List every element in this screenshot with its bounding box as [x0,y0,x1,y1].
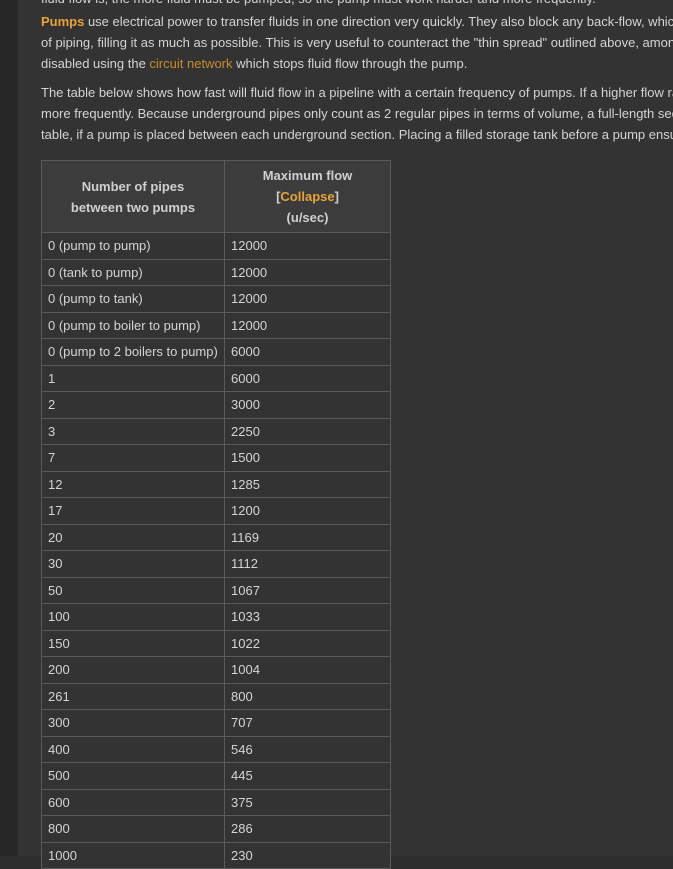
para1-line2-text: of piping, filling it as much as possibl… [41,35,673,50]
pipes-count-cell: 12 [41,470,225,498]
table-row: 200 1004 [41,656,391,684]
table-row: 2 3000 [41,391,391,419]
table-row: 0 (tank to pump) 12000 [41,258,391,286]
max-flow-cell: 1169 [224,523,391,551]
para1-line1-text: use electrical power to transfer fluids … [84,14,673,29]
max-flow-cell: 1033 [224,603,391,631]
pipes-count-cell: 1 [41,364,225,392]
table-row: 12 1285 [41,470,391,498]
max-flow-cell: 1500 [224,444,391,472]
table-row: 400 546 [41,735,391,763]
max-flow-cell: 707 [224,709,391,737]
pipes-count-cell: 7 [41,444,225,472]
page-margin [0,0,18,856]
table-intro-paragraph: The table below shows how fast will flui… [41,82,673,145]
header-pipes-count: Number of pipes between two pumps [41,160,225,233]
circuit-network-link[interactable]: circuit network [149,56,232,71]
pipes-count-cell: 30 [41,550,225,578]
header-pipes-line1: Number of pipes [81,178,185,194]
pipes-count-cell: 2 [41,391,225,419]
table-row: 50 1067 [41,576,391,604]
max-flow-cell: 1004 [224,656,391,684]
article-content: fluid flow is, the more fluid must be pu… [18,0,673,869]
table-row: 500 445 [41,762,391,790]
pumps-link[interactable]: Pumps [41,14,84,29]
max-flow-cell: 6000 [224,364,391,392]
pipes-count-cell: 400 [41,735,225,763]
max-flow-cell: 1112 [224,550,391,578]
pipes-count-cell: 261 [41,682,225,710]
table-row: 0 (pump to tank) 12000 [41,285,391,313]
pipes-count-cell: 0 (pump to boiler to pump) [41,311,225,339]
max-flow-cell: 12000 [224,258,391,286]
header-pipes-line2: between two pumps [70,199,196,215]
para2-line1-text: The table below shows how fast will flui… [41,85,673,100]
pipes-count-cell: 17 [41,497,225,525]
pipes-count-cell: 50 [41,576,225,604]
header-max-flow: Maximum flow [Collapse] (u/sec) [224,160,391,233]
pipes-count-cell: 500 [41,762,225,790]
pipes-count-cell: 300 [41,709,225,737]
pumps-paragraph: Pumps use electrical power to transfer f… [41,11,673,74]
table-row: 261 800 [41,682,391,710]
table-row: 0 (pump to 2 boilers to pump) 6000 [41,338,391,366]
max-flow-cell: 3000 [224,391,391,419]
max-flow-cell: 286 [224,815,391,843]
table-row: 1 6000 [41,364,391,392]
para1-line3-post: which stops fluid flow through the pump. [232,56,468,71]
max-flow-cell: 12000 [224,285,391,313]
table-header-row: Number of pipes between two pumps Maximu… [41,160,391,233]
table-row: 7 1500 [41,444,391,472]
table-row: 1000 230 [41,841,391,869]
table-body: 0 (pump to pump) 12000 0 (tank to pump) 120… [41,232,391,869]
max-flow-cell: 1285 [224,470,391,498]
pipes-count-cell: 0 (pump to 2 boilers to pump) [41,338,225,366]
collapse-toggle-link[interactable]: Collapse [280,189,334,204]
para1-line3-pre: disabled using the [41,56,150,71]
pipes-count-cell: 800 [41,815,225,843]
pipes-count-cell: 150 [41,629,225,657]
max-flow-cell: 375 [224,788,391,816]
table-row: 100 1033 [41,603,391,631]
table-row: 150 1022 [41,629,391,657]
max-flow-cell: 230 [224,841,391,869]
para2-line3-text: table, if a pump is placed between each … [41,127,673,142]
max-flow-cell: 12000 [224,232,391,260]
max-flow-cell: 1067 [224,576,391,604]
table-row: 0 (pump to pump) 12000 [41,232,391,260]
pipes-count-cell: 100 [41,603,225,631]
table-row: 30 1112 [41,550,391,578]
pipes-count-cell: 20 [41,523,225,551]
table-row: 0 (pump to boiler to pump) 12000 [41,311,391,339]
max-flow-cell: 2250 [224,417,391,445]
max-flow-cell: 1022 [224,629,391,657]
table-row: 300 707 [41,709,391,737]
table-row: 800 286 [41,815,391,843]
header-flow-unit: (u/sec) [286,210,329,225]
pipes-count-cell: 600 [41,788,225,816]
table-row: 600 375 [41,788,391,816]
max-flow-cell: 6000 [224,338,391,366]
para2-line2-text: more frequently. Because underground pip… [41,106,673,121]
header-flow-bracket: ] [334,189,339,204]
max-flow-cell: 12000 [224,311,391,339]
pipes-count-cell: 0 (tank to pump) [41,258,225,286]
max-flow-cell: 1200 [224,497,391,525]
max-flow-cell: 546 [224,735,391,763]
table-row: 20 1169 [41,523,391,551]
pipes-count-cell: 0 (pump to tank) [41,285,225,313]
cut-off-text-line: fluid flow is, the more fluid must be pu… [41,0,673,9]
pump-flow-table: Number of pipes between two pumps Maximu… [41,160,391,869]
table-row: 17 1200 [41,497,391,525]
pipes-count-cell: 200 [41,656,225,684]
pipes-count-cell: 3 [41,417,225,445]
max-flow-cell: 800 [224,682,391,710]
max-flow-cell: 445 [224,762,391,790]
pipes-count-cell: 0 (pump to pump) [41,232,225,260]
pipes-count-cell: 1000 [41,841,225,869]
table-row: 3 2250 [41,417,391,445]
